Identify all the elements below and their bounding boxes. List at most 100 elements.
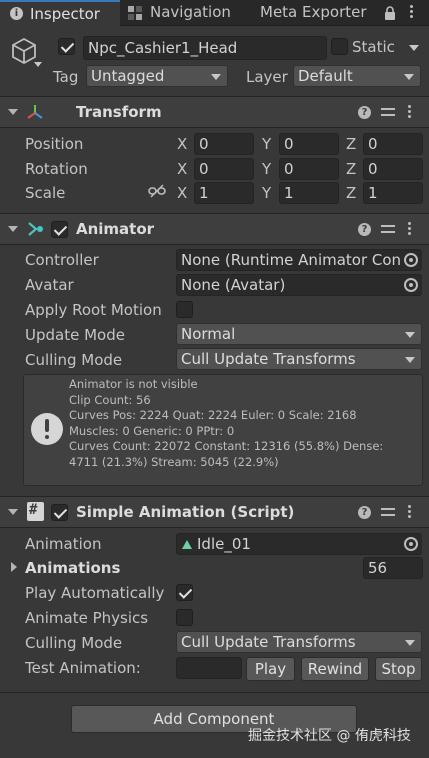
help-icon[interactable]: ? [358,106,371,119]
rewind-button[interactable]: Rewind [301,657,369,681]
info-line: Clip Count: 56 [69,392,151,407]
navigation-icon [128,6,142,20]
unlink-icon[interactable] [148,184,166,198]
icon-dropdown-caret[interactable] [34,62,42,67]
x-axis-label: X [177,135,188,153]
animation-label: Animation [25,535,102,553]
tag-dropdown[interactable]: Untagged [86,65,228,87]
animation-field[interactable]: Idle_01 [176,533,422,555]
z-axis-label: Z [346,184,357,202]
tab-navigation[interactable]: Navigation [124,2,248,26]
culling-mode-dropdown[interactable]: Cull Update Transforms [176,348,422,370]
apply-root-motion-checkbox[interactable] [176,301,193,318]
tab-navigation-label: Navigation [150,3,231,21]
animation-clip-icon [182,540,192,549]
simple-animation-title: Simple Animation (Script) [76,503,295,521]
component-menu-icon[interactable] [408,505,412,519]
animations-foldout[interactable] [11,562,17,572]
z-axis-label: Z [346,160,357,178]
play-button[interactable]: Play [246,657,295,681]
animator-info-text: Animator is not visible Clip Count: 56 C… [69,377,421,470]
update-mode-value: Normal [181,325,236,343]
position-z-field[interactable]: 0 [363,133,423,155]
position-x-field[interactable]: 0 [194,133,254,155]
transform-icon [26,103,44,121]
lock-icon[interactable] [384,6,396,20]
controller-field[interactable]: None (Runtime Animator Controller) [176,249,422,271]
tab-inspector[interactable]: i Inspector [0,0,120,27]
avatar-picker-icon[interactable] [400,275,422,295]
simple-animation-enabled-checkbox[interactable] [51,504,68,521]
stop-button[interactable]: Stop [375,657,422,681]
static-dropdown-caret[interactable] [409,45,419,51]
animator-foldout[interactable] [8,226,18,232]
active-checkbox[interactable] [58,38,75,55]
scale-z-field[interactable]: 1 [363,182,423,204]
presets-icon[interactable] [381,223,395,235]
rotation-x-field[interactable]: 0 [194,158,254,180]
scale-y-field[interactable]: 1 [279,182,339,204]
play-automatically-checkbox[interactable] [176,584,193,601]
rotation-y-field[interactable]: 0 [279,158,339,180]
animator-title: Animator [76,220,155,238]
component-menu-icon[interactable] [408,222,412,236]
update-mode-label: Update Mode [25,326,125,344]
animator-enabled-checkbox[interactable] [51,221,68,238]
update-mode-dropdown[interactable]: Normal [176,323,422,345]
animation-value: Idle_01 [197,535,251,553]
info-icon [31,413,63,445]
chevron-down-icon [405,357,415,363]
position-label: Position [25,135,84,153]
layer-label: Layer [246,68,288,86]
chevron-down-icon [404,74,414,80]
apply-root-motion-label: Apply Root Motion [25,301,162,319]
tab-inspector-label: Inspector [30,5,100,23]
layer-value: Default [298,67,353,85]
chevron-down-icon [405,332,415,338]
x-axis-label: X [177,160,188,178]
animate-physics-checkbox[interactable] [176,609,193,626]
test-animation-field[interactable] [176,657,242,679]
animations-label: Animations [25,559,121,577]
avatar-field[interactable]: None (Avatar) [176,274,422,296]
culling-mode-label: Culling Mode [25,351,123,369]
controller-value: None (Runtime Animator Controller) [181,251,421,269]
info-line: Animator is not visible [69,377,198,391]
z-axis-label: Z [346,135,357,153]
gameobject-icon [10,36,38,65]
sa-culling-mode-value: Cull Update Transforms [181,633,356,651]
tab-meta-exporter[interactable]: Meta Exporter [254,2,374,26]
y-axis-label: Y [262,160,272,178]
simple-animation-foldout[interactable] [8,509,18,515]
object-name-field[interactable]: Npc_Cashier1_Head [83,36,327,60]
presets-icon[interactable] [381,506,395,518]
divider [0,527,429,528]
script-icon: # [27,502,44,521]
component-menu-icon[interactable] [408,105,412,119]
rotation-z-field[interactable]: 0 [363,158,423,180]
static-label: Static [352,38,395,56]
sa-culling-mode-dropdown[interactable]: Cull Update Transforms [176,631,422,653]
help-icon[interactable]: ? [358,506,371,519]
avatar-value: None (Avatar) [181,276,286,294]
presets-icon[interactable] [381,106,395,118]
layer-dropdown[interactable]: Default [293,65,421,87]
animation-picker-icon[interactable] [400,534,422,554]
y-axis-label: Y [262,135,272,153]
culling-mode-value: Cull Update Transforms [181,350,356,368]
controller-label: Controller [25,251,99,269]
help-icon[interactable]: ? [358,223,371,236]
position-y-field[interactable]: 0 [279,133,339,155]
tag-label: Tag [53,68,79,86]
more-options-icon[interactable] [410,5,414,19]
x-axis-label: X [177,184,188,202]
animations-count-field[interactable]: 56 [363,557,423,579]
scale-label: Scale [25,184,66,202]
static-checkbox[interactable] [331,38,348,55]
transform-foldout[interactable] [8,109,18,115]
controller-picker-icon[interactable] [400,250,422,270]
y-axis-label: Y [262,184,272,202]
scale-x-field[interactable]: 1 [194,182,254,204]
chevron-down-icon [211,74,221,80]
divider [0,244,429,245]
